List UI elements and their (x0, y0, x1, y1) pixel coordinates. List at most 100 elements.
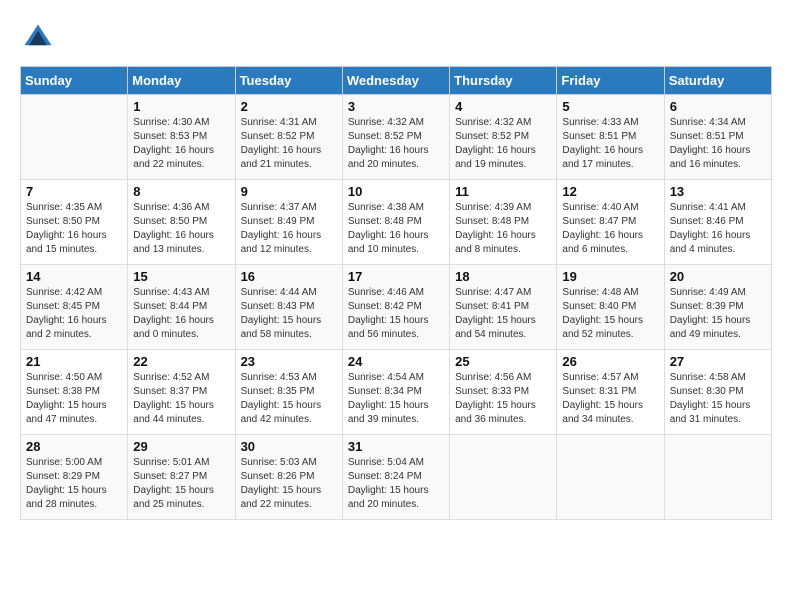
day-number: 5 (562, 99, 658, 114)
day-number: 8 (133, 184, 229, 199)
calendar-cell: 12 Sunrise: 4:40 AMSunset: 8:47 PMDayligh… (557, 180, 664, 265)
day-info: Sunrise: 5:04 AMSunset: 8:24 PMDaylight:… (348, 456, 444, 512)
calendar-cell: 10Sunrise: 4:38 AMSunset: 8:48 PMDayligh… (342, 180, 449, 265)
day-info: Sunrise: 4:50 AMSunset: 8:38 PMDaylight:… (26, 371, 122, 427)
day-info: Sunrise: 4:32 AMSunset: 8:52 PMDaylight:… (455, 116, 551, 172)
day-info: Sunrise: 4:46 AMSunset: 8:42 PMDaylight:… (348, 286, 444, 342)
calendar-week-row: 14 Sunrise: 4:42 AMSunset: 8:45 PMDayligh… (21, 265, 772, 350)
calendar-cell: 4Sunrise: 4:32 AMSunset: 8:52 PMDaylight… (450, 95, 557, 180)
calendar-cell: 17 Sunrise: 4:46 AMSunset: 8:42 PMDayligh… (342, 265, 449, 350)
day-info: Sunrise: 4:30 AMSunset: 8:53 PMDaylight:… (133, 116, 229, 172)
weekday-header-wednesday: Wednesday (342, 67, 449, 95)
day-info: Sunrise: 4:32 AMSunset: 8:52 PMDaylight:… (348, 116, 444, 172)
day-number: 30 (241, 439, 337, 454)
calendar-cell (450, 435, 557, 520)
day-info: Sunrise: 4:56 AMSunset: 8:33 PMDaylight:… (455, 371, 551, 427)
day-number: 24 (348, 354, 444, 369)
calendar-cell: 18 Sunrise: 4:47 AMSunset: 8:41 PMDayligh… (450, 265, 557, 350)
day-number: 6 (670, 99, 766, 114)
day-info: Sunrise: 4:37 AMSunset: 8:49 PMDaylight:… (241, 201, 337, 257)
weekday-header-row: SundayMondayTuesdayWednesdayThursdayFrid… (21, 67, 772, 95)
calendar-cell: 13 Sunrise: 4:41 AMSunset: 8:46 PMDayligh… (664, 180, 771, 265)
calendar-body: 1 Sunrise: 4:30 AMSunset: 8:53 PMDaylight… (21, 95, 772, 520)
calendar-cell: 22 Sunrise: 4:52 AMSunset: 8:37 PMDayligh… (128, 350, 235, 435)
calendar-cell: 19Sunrise: 4:48 AMSunset: 8:40 PMDayligh… (557, 265, 664, 350)
day-number: 9 (241, 184, 337, 199)
day-info: Sunrise: 4:48 AMSunset: 8:40 PMDaylight:… (562, 286, 658, 342)
calendar-cell: 6 Sunrise: 4:34 AMSunset: 8:51 PMDaylight… (664, 95, 771, 180)
weekday-header-thursday: Thursday (450, 67, 557, 95)
day-info: Sunrise: 4:36 AMSunset: 8:50 PMDaylight:… (133, 201, 229, 257)
weekday-header-friday: Friday (557, 67, 664, 95)
calendar-cell: 25 Sunrise: 4:56 AMSunset: 8:33 PMDayligh… (450, 350, 557, 435)
day-info: Sunrise: 4:39 AMSunset: 8:48 PMDaylight:… (455, 201, 551, 257)
day-info: Sunrise: 4:47 AMSunset: 8:41 PMDaylight:… (455, 286, 551, 342)
calendar-cell: 23 Sunrise: 4:53 AMSunset: 8:35 PMDayligh… (235, 350, 342, 435)
day-number: 10 (348, 184, 444, 199)
day-number: 1 (133, 99, 229, 114)
calendar-cell: 15Sunrise: 4:43 AMSunset: 8:44 PMDayligh… (128, 265, 235, 350)
day-info: Sunrise: 4:42 AMSunset: 8:45 PMDaylight:… (26, 286, 122, 342)
calendar-cell: 28 Sunrise: 5:00 AMSunset: 8:29 PMDayligh… (21, 435, 128, 520)
day-number: 27 (670, 354, 766, 369)
day-number: 21 (26, 354, 122, 369)
calendar-cell: 5 Sunrise: 4:33 AMSunset: 8:51 PMDaylight… (557, 95, 664, 180)
day-info: Sunrise: 4:58 AMSunset: 8:30 PMDaylight:… (670, 371, 766, 427)
day-info: Sunrise: 4:41 AMSunset: 8:46 PMDaylight:… (670, 201, 766, 257)
logo (20, 20, 60, 56)
day-info: Sunrise: 5:03 AMSunset: 8:26 PMDaylight:… (241, 456, 337, 512)
calendar-week-row: 28 Sunrise: 5:00 AMSunset: 8:29 PMDayligh… (21, 435, 772, 520)
day-number: 28 (26, 439, 122, 454)
day-info: Sunrise: 4:44 AMSunset: 8:43 PMDaylight:… (241, 286, 337, 342)
calendar-cell: 3Sunrise: 4:32 AMSunset: 8:52 PMDaylight… (342, 95, 449, 180)
day-info: Sunrise: 4:53 AMSunset: 8:35 PMDaylight:… (241, 371, 337, 427)
calendar-week-row: 1 Sunrise: 4:30 AMSunset: 8:53 PMDaylight… (21, 95, 772, 180)
day-info: Sunrise: 4:49 AMSunset: 8:39 PMDaylight:… (670, 286, 766, 342)
calendar-cell: 11 Sunrise: 4:39 AMSunset: 8:48 PMDayligh… (450, 180, 557, 265)
calendar-cell: 1 Sunrise: 4:30 AMSunset: 8:53 PMDaylight… (128, 95, 235, 180)
day-number: 12 (562, 184, 658, 199)
day-info: Sunrise: 5:01 AMSunset: 8:27 PMDaylight:… (133, 456, 229, 512)
day-number: 14 (26, 269, 122, 284)
calendar-cell: 20 Sunrise: 4:49 AMSunset: 8:39 PMDayligh… (664, 265, 771, 350)
day-number: 17 (348, 269, 444, 284)
day-info: Sunrise: 4:57 AMSunset: 8:31 PMDaylight:… (562, 371, 658, 427)
day-info: Sunrise: 4:52 AMSunset: 8:37 PMDaylight:… (133, 371, 229, 427)
day-info: Sunrise: 4:33 AMSunset: 8:51 PMDaylight:… (562, 116, 658, 172)
day-number: 18 (455, 269, 551, 284)
calendar-cell: 14 Sunrise: 4:42 AMSunset: 8:45 PMDayligh… (21, 265, 128, 350)
day-info: Sunrise: 5:00 AMSunset: 8:29 PMDaylight:… (26, 456, 122, 512)
day-number: 25 (455, 354, 551, 369)
day-number: 29 (133, 439, 229, 454)
day-info: Sunrise: 4:35 AMSunset: 8:50 PMDaylight:… (26, 201, 122, 257)
day-info: Sunrise: 4:31 AMSunset: 8:52 PMDaylight:… (241, 116, 337, 172)
logo-icon (20, 20, 56, 56)
weekday-header-monday: Monday (128, 67, 235, 95)
calendar-cell: 26 Sunrise: 4:57 AMSunset: 8:31 PMDayligh… (557, 350, 664, 435)
day-number: 22 (133, 354, 229, 369)
day-number: 16 (241, 269, 337, 284)
day-number: 7 (26, 184, 122, 199)
page-header (20, 20, 772, 56)
day-number: 13 (670, 184, 766, 199)
calendar-cell: 7 Sunrise: 4:35 AMSunset: 8:50 PMDaylight… (21, 180, 128, 265)
day-info: Sunrise: 4:54 AMSunset: 8:34 PMDaylight:… (348, 371, 444, 427)
weekday-header-tuesday: Tuesday (235, 67, 342, 95)
day-info: Sunrise: 4:40 AMSunset: 8:47 PMDaylight:… (562, 201, 658, 257)
day-number: 20 (670, 269, 766, 284)
day-number: 11 (455, 184, 551, 199)
calendar-cell: 24 Sunrise: 4:54 AMSunset: 8:34 PMDayligh… (342, 350, 449, 435)
day-info: Sunrise: 4:34 AMSunset: 8:51 PMDaylight:… (670, 116, 766, 172)
calendar-cell: 27 Sunrise: 4:58 AMSunset: 8:30 PMDayligh… (664, 350, 771, 435)
day-number: 23 (241, 354, 337, 369)
day-number: 15 (133, 269, 229, 284)
calendar-cell: 8 Sunrise: 4:36 AMSunset: 8:50 PMDaylight… (128, 180, 235, 265)
calendar-cell (664, 435, 771, 520)
calendar-cell: 16 Sunrise: 4:44 AMSunset: 8:43 PMDayligh… (235, 265, 342, 350)
calendar-table: SundayMondayTuesdayWednesdayThursdayFrid… (20, 66, 772, 520)
weekday-header-sunday: Sunday (21, 67, 128, 95)
day-number: 31 (348, 439, 444, 454)
calendar-cell: 29 Sunrise: 5:01 AMSunset: 8:27 PMDayligh… (128, 435, 235, 520)
day-number: 26 (562, 354, 658, 369)
day-number: 2 (241, 99, 337, 114)
